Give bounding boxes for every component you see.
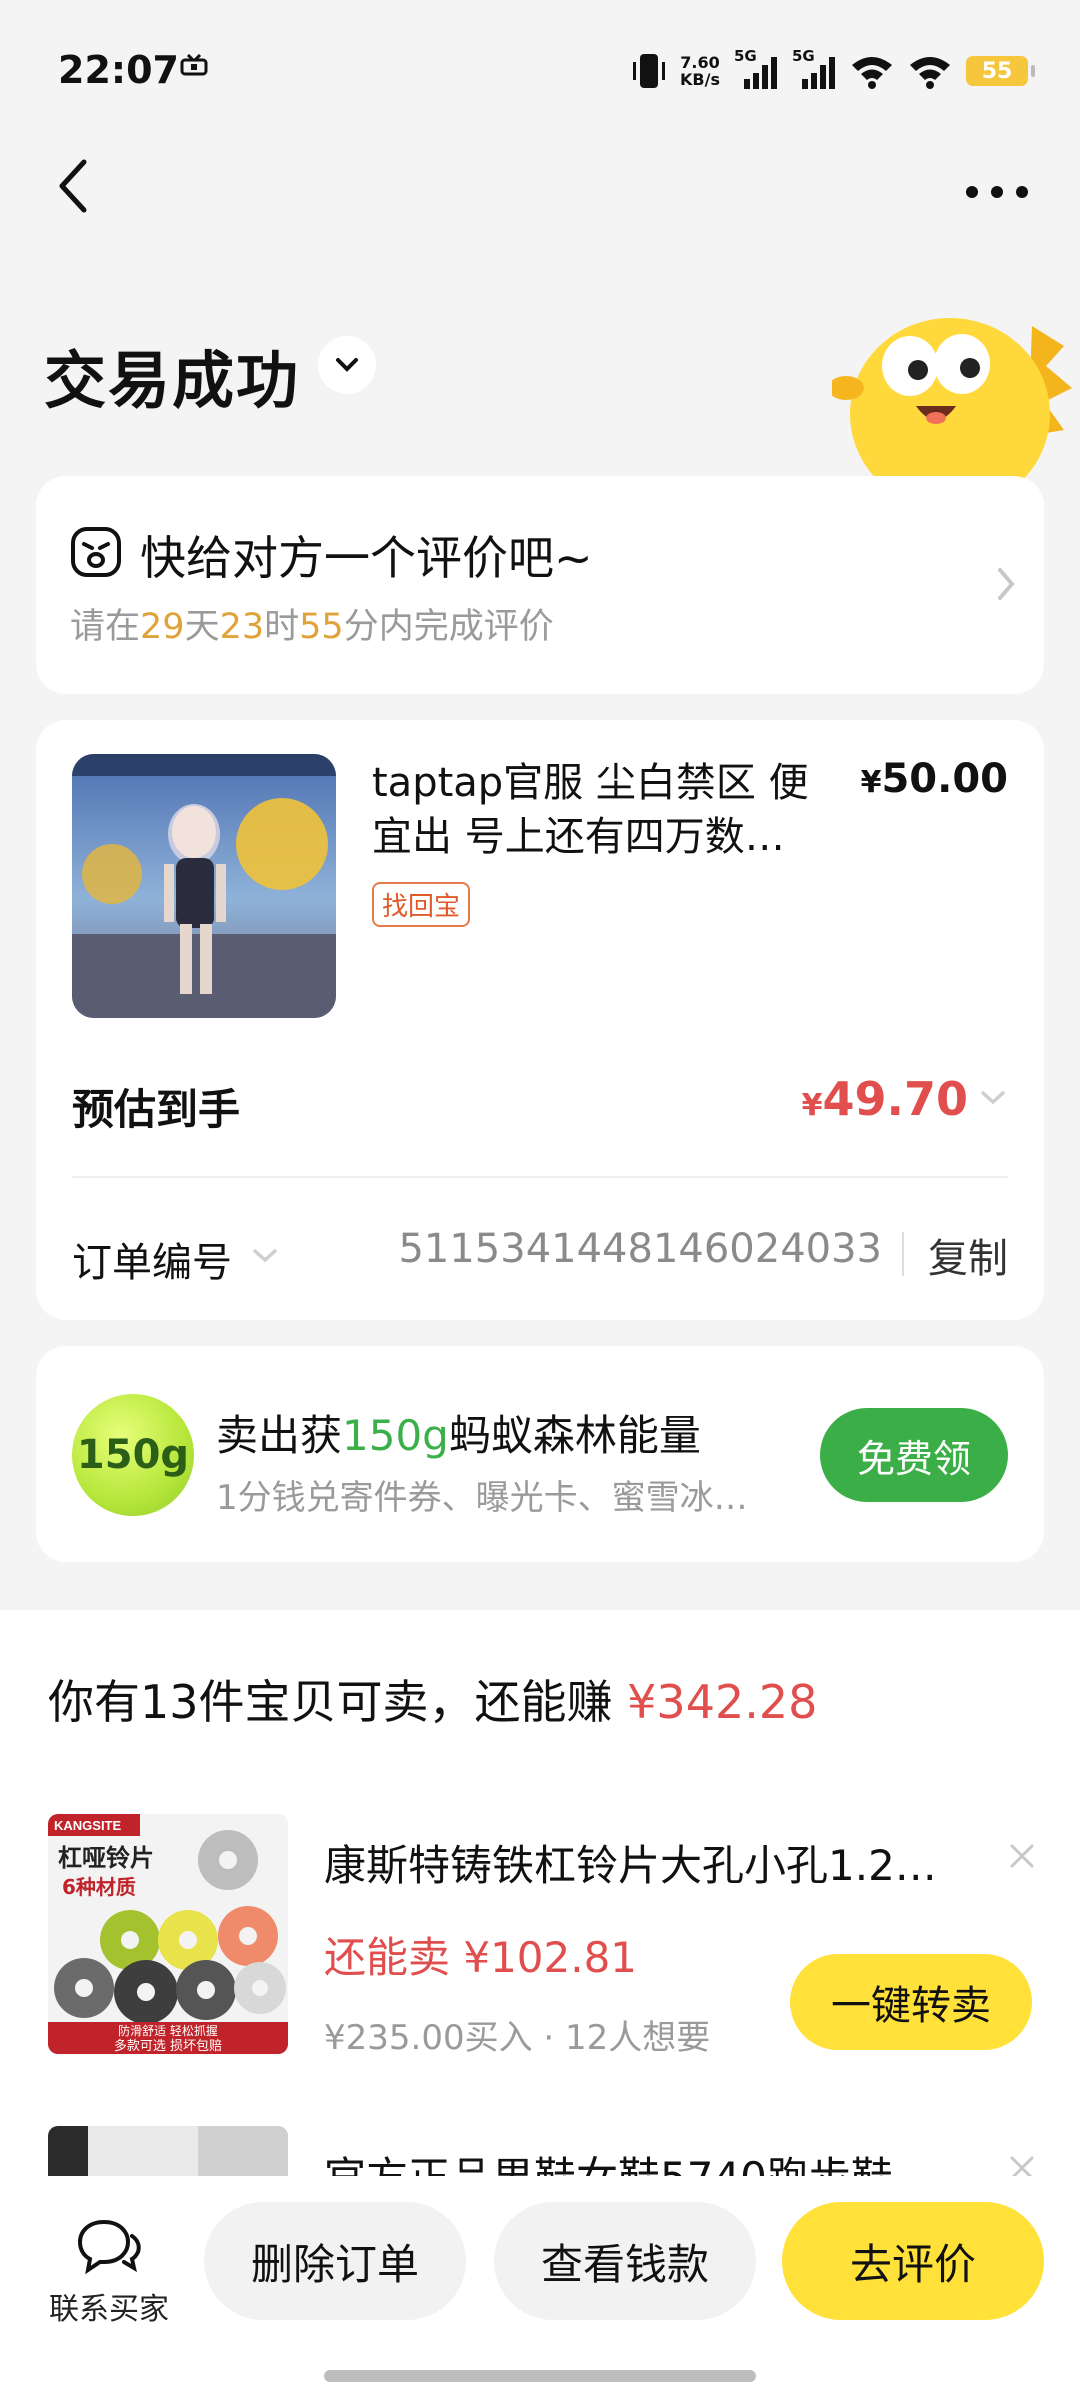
estimate-label: 预估到手: [72, 1085, 241, 1134]
chevron-down-icon[interactable]: [978, 1088, 1008, 1108]
home-indicator[interactable]: [324, 2370, 756, 2382]
page-title: 交易成功: [44, 344, 301, 417]
svg-text:多款可选 损坏包赔: 多款可选 损坏包赔: [114, 2038, 222, 2054]
review-reminder-card[interactable]: 快给对方一个评价吧~ 请在29天23时55分内完成评价: [36, 476, 1044, 694]
vibrate-icon: [633, 54, 666, 88]
signal-1: 5G: [734, 47, 778, 91]
chevron-right-icon: [998, 568, 1015, 600]
order-card: taptap官服 尘白禁区 便宜出 号上还有四万数… ¥50.00 找回宝 预估…: [36, 720, 1044, 1320]
item-title[interactable]: 康斯特铸铁杠铃片大孔小孔1.25…: [324, 1832, 944, 1893]
more-icon[interactable]: [962, 172, 1032, 212]
close-icon[interactable]: [1004, 1838, 1040, 1874]
order-number-label[interactable]: 订单编号: [72, 1230, 232, 1288]
claim-free-button[interactable]: 免费领: [820, 1408, 1008, 1502]
game-screenshot-image: [72, 754, 336, 1018]
svg-text:防滑舒适 轻松抓握: 防滑舒适 轻松抓握: [118, 2023, 218, 2038]
resell-title: 你有13件宝贝可卖，还能赚 ¥342.28: [48, 1675, 818, 1729]
item-meta: ¥235.00买入 · 12人想要: [324, 2018, 711, 2058]
svg-text:杠哑铃片: 杠哑铃片: [58, 1844, 154, 1872]
contact-buyer-label: 联系买家: [49, 2292, 169, 2327]
battery-indicator: 55: [966, 56, 1035, 86]
product-price: ¥50.00: [860, 756, 1008, 802]
status-dropdown[interactable]: [318, 336, 376, 394]
chat-bubble-icon: [77, 2219, 141, 2275]
back-icon[interactable]: [48, 150, 108, 220]
mascot-illustration: [832, 318, 1072, 482]
separator: [902, 1232, 904, 1276]
delete-order-button[interactable]: 删除订单: [204, 2202, 466, 2320]
view-payment-button[interactable]: 查看钱款: [494, 2202, 756, 2320]
emoji-face-icon: [71, 527, 121, 577]
go-review-button[interactable]: 去评价: [782, 2202, 1044, 2320]
bottom-action-bar: 联系买家 删除订单 查看钱款 去评价: [0, 2176, 1080, 2400]
barbell-plates-image: KANGSITE 杠哑铃片 6种材质 防滑舒适 轻松抓握 多款可选 损坏包赔: [48, 1814, 288, 2054]
review-title: 快给对方一个评价吧~: [140, 531, 593, 585]
copy-button[interactable]: 复制: [928, 1226, 1008, 1284]
wifi-icon: [910, 57, 950, 89]
item-thumbnail[interactable]: KANGSITE 杠哑铃片 6种材质 防滑舒适 轻松抓握 多款可选 损坏包赔: [48, 1814, 288, 2054]
tv-icon: [180, 54, 208, 76]
net-speed: 7.60 KB/s: [680, 53, 720, 89]
status-time: 22:07: [58, 48, 179, 92]
one-click-resell-button[interactable]: 一键转卖: [790, 1954, 1032, 2050]
signal-2: 5G: [792, 47, 836, 91]
review-countdown: 请在29天23时55分内完成评价: [70, 607, 554, 647]
product-title[interactable]: taptap官服 尘白禁区 便宜出 号上还有四万数…: [372, 756, 822, 864]
resell-item[interactable]: KANGSITE 杠哑铃片 6种材质 防滑舒适 轻松抓握 多款可选 损坏包赔 康…: [0, 1814, 1080, 2064]
energy-badge: 150g: [72, 1394, 194, 1516]
product-thumbnail[interactable]: [72, 754, 336, 1018]
divider: [72, 1176, 1008, 1178]
svg-text:6种材质: 6种材质: [62, 1875, 136, 1899]
contact-buyer-button[interactable]: 联系买家: [44, 2216, 174, 2328]
wifi-icon: [852, 57, 892, 89]
svg-text:KANGSITE: KANGSITE: [54, 1818, 122, 1833]
energy-promo-card: 150g 卖出获150g蚂蚁森林能量 1分钱兑寄件券、曝光卡、蜜雪冰… 免费领: [36, 1346, 1044, 1562]
order-number: 5115341448146024033: [398, 1226, 882, 1272]
chevron-down-icon[interactable]: [250, 1246, 280, 1266]
estimate-value[interactable]: ¥49.70: [802, 1072, 968, 1126]
chevron-down-icon: [336, 358, 358, 372]
item-resell-price: 还能卖 ¥102.81: [324, 1933, 638, 1982]
status-bar: 22:07 7.60 KB/s 5G 5G 55: [0, 0, 1080, 140]
service-tag: 找回宝: [372, 882, 471, 927]
status-right: 7.60 KB/s 5G 5G 55: [632, 46, 1035, 96]
energy-title: 卖出获150g蚂蚁森林能量: [216, 1411, 701, 1460]
energy-subtitle: 1分钱兑寄件券、曝光卡、蜜雪冰…: [216, 1478, 748, 1518]
